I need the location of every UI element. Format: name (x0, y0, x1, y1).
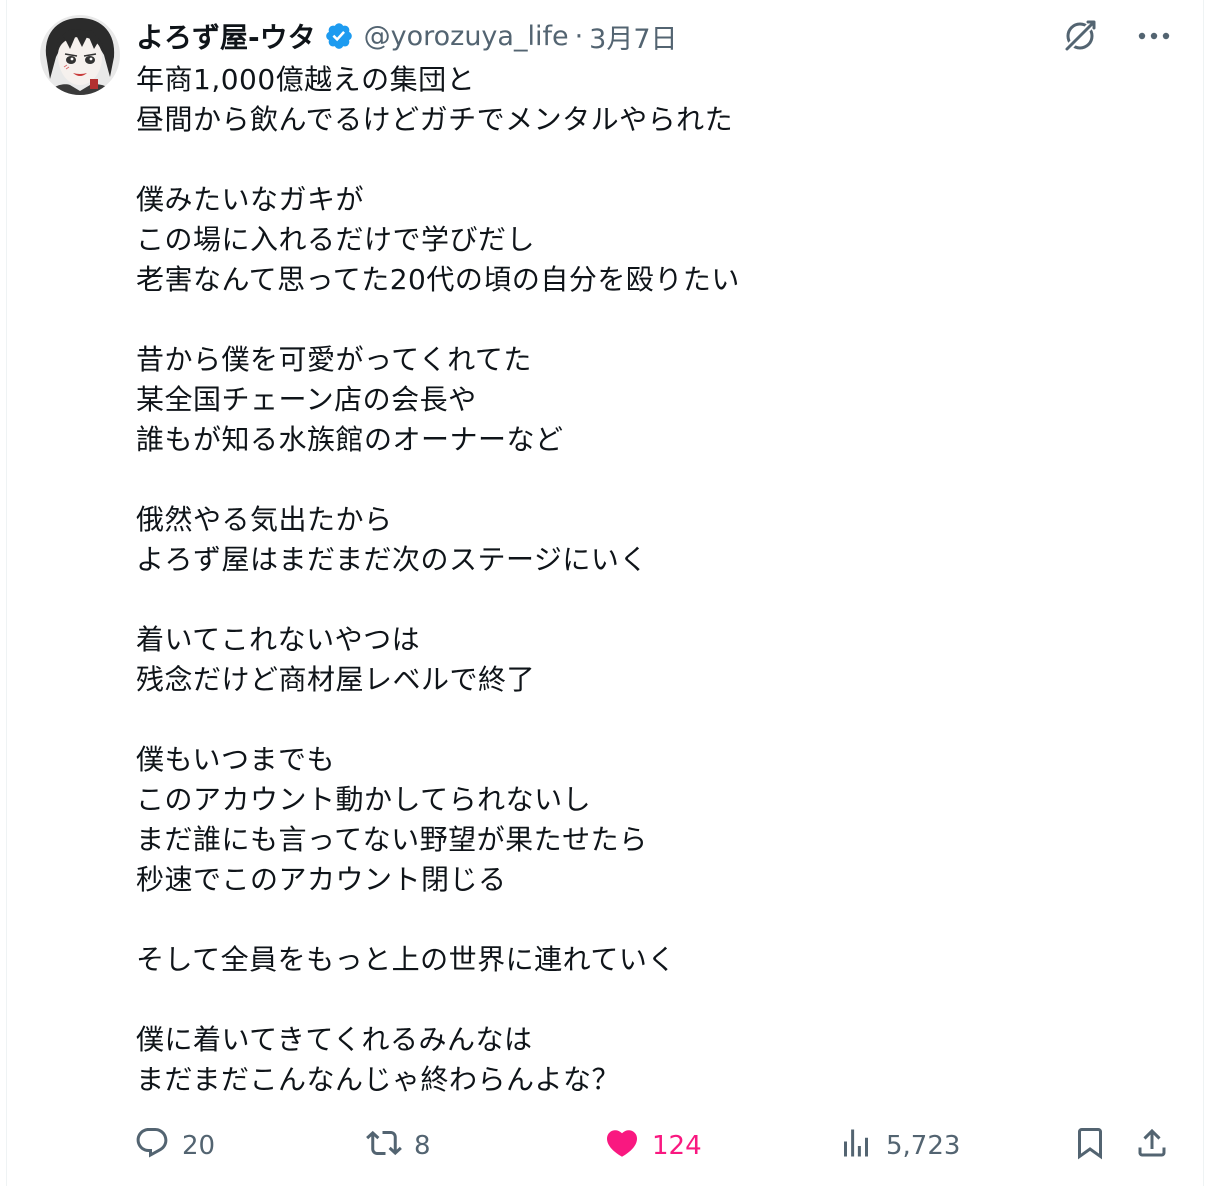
views-count: 5,723 (886, 1131, 961, 1161)
tweet-line: そして全員をもっと上の世界に連れていく (136, 943, 676, 976)
tweet-line: 秒速でこのアカウント閉じる (136, 863, 507, 896)
views-chart-icon (838, 1125, 874, 1168)
separator-dot: · (574, 20, 584, 52)
views-button[interactable]: 5,723 (838, 1122, 960, 1170)
author-handle[interactable]: @yorozuya_life (364, 21, 569, 52)
avatar[interactable] (40, 15, 120, 95)
share-icon (1134, 1125, 1170, 1168)
tweet-header: よろず屋-ウタ @yorozuya_life · 3月7日 (136, 14, 678, 58)
verified-badge-icon (324, 21, 354, 51)
like-heart-icon (604, 1125, 640, 1168)
tweet-line: 残念だけど商材屋レベルで終了 (136, 663, 536, 696)
tweet-line: まだまだこんなんじゃ終わらんよな？ (136, 1063, 620, 1096)
retweet-button[interactable]: 8 (366, 1122, 431, 1170)
retweet-icon (366, 1125, 402, 1168)
tweet-text: 年商1,000億越えの集団と昼間から飲んでるけどガチでメンタルやられた 僕みたいな… (136, 60, 1176, 1100)
tweet-action-bar: 20 8 124 5,723 (0, 1122, 1212, 1170)
like-count: 124 (652, 1131, 702, 1161)
reply-count: 20 (182, 1131, 216, 1161)
bookmark-icon (1072, 1125, 1108, 1168)
tweet-date[interactable]: 3月7日 (589, 17, 677, 56)
avatar-illustration (40, 15, 120, 95)
tweet-line: 年商1,000億越えの集団と (136, 63, 476, 96)
retweet-count: 8 (414, 1131, 431, 1161)
tweet-line: 僕もいつまでも (136, 743, 335, 776)
tweet-line: 老害なんて思ってた20代の頃の自分を殴りたい (136, 263, 740, 296)
tweet-line: まだ誰にも言ってない野望が果たせたら (136, 823, 648, 856)
like-button[interactable]: 124 (604, 1122, 702, 1170)
tweet-line: 俄然やる気出たから (136, 503, 393, 536)
bookmark-button[interactable] (1072, 1122, 1108, 1170)
tweet-line: このアカウント動かしてられないし (136, 783, 592, 816)
tweet-line: 昔から僕を可愛がってくれてた (136, 343, 532, 376)
tweet-line: よろず屋はまだまだ次のステージにいく (136, 543, 648, 576)
tweet-line: 僕に着いてきてくれるみんなは (136, 1023, 533, 1056)
reply-button[interactable]: 20 (134, 1122, 215, 1170)
tweet-line: 誰もが知る水族館のオーナーなど (136, 423, 564, 456)
more-options-icon[interactable] (1134, 16, 1174, 56)
display-name[interactable]: よろず屋-ウタ (136, 16, 316, 56)
tweet-top-actions (1060, 14, 1174, 58)
reply-icon (134, 1125, 170, 1168)
tweet-line: この場に入れるだけで学びだし (136, 223, 536, 256)
tweet-line: 昼間から飲んでるけどガチでメンタルやられた (136, 103, 734, 136)
tweet-line: 着いてこれないやつは (136, 623, 421, 656)
grok-icon[interactable] (1060, 16, 1100, 56)
tweet-line: 僕みたいなガキが (136, 183, 365, 216)
tweet-line: 某全国チェーン店の会長や (136, 383, 477, 416)
share-button[interactable] (1134, 1122, 1170, 1170)
